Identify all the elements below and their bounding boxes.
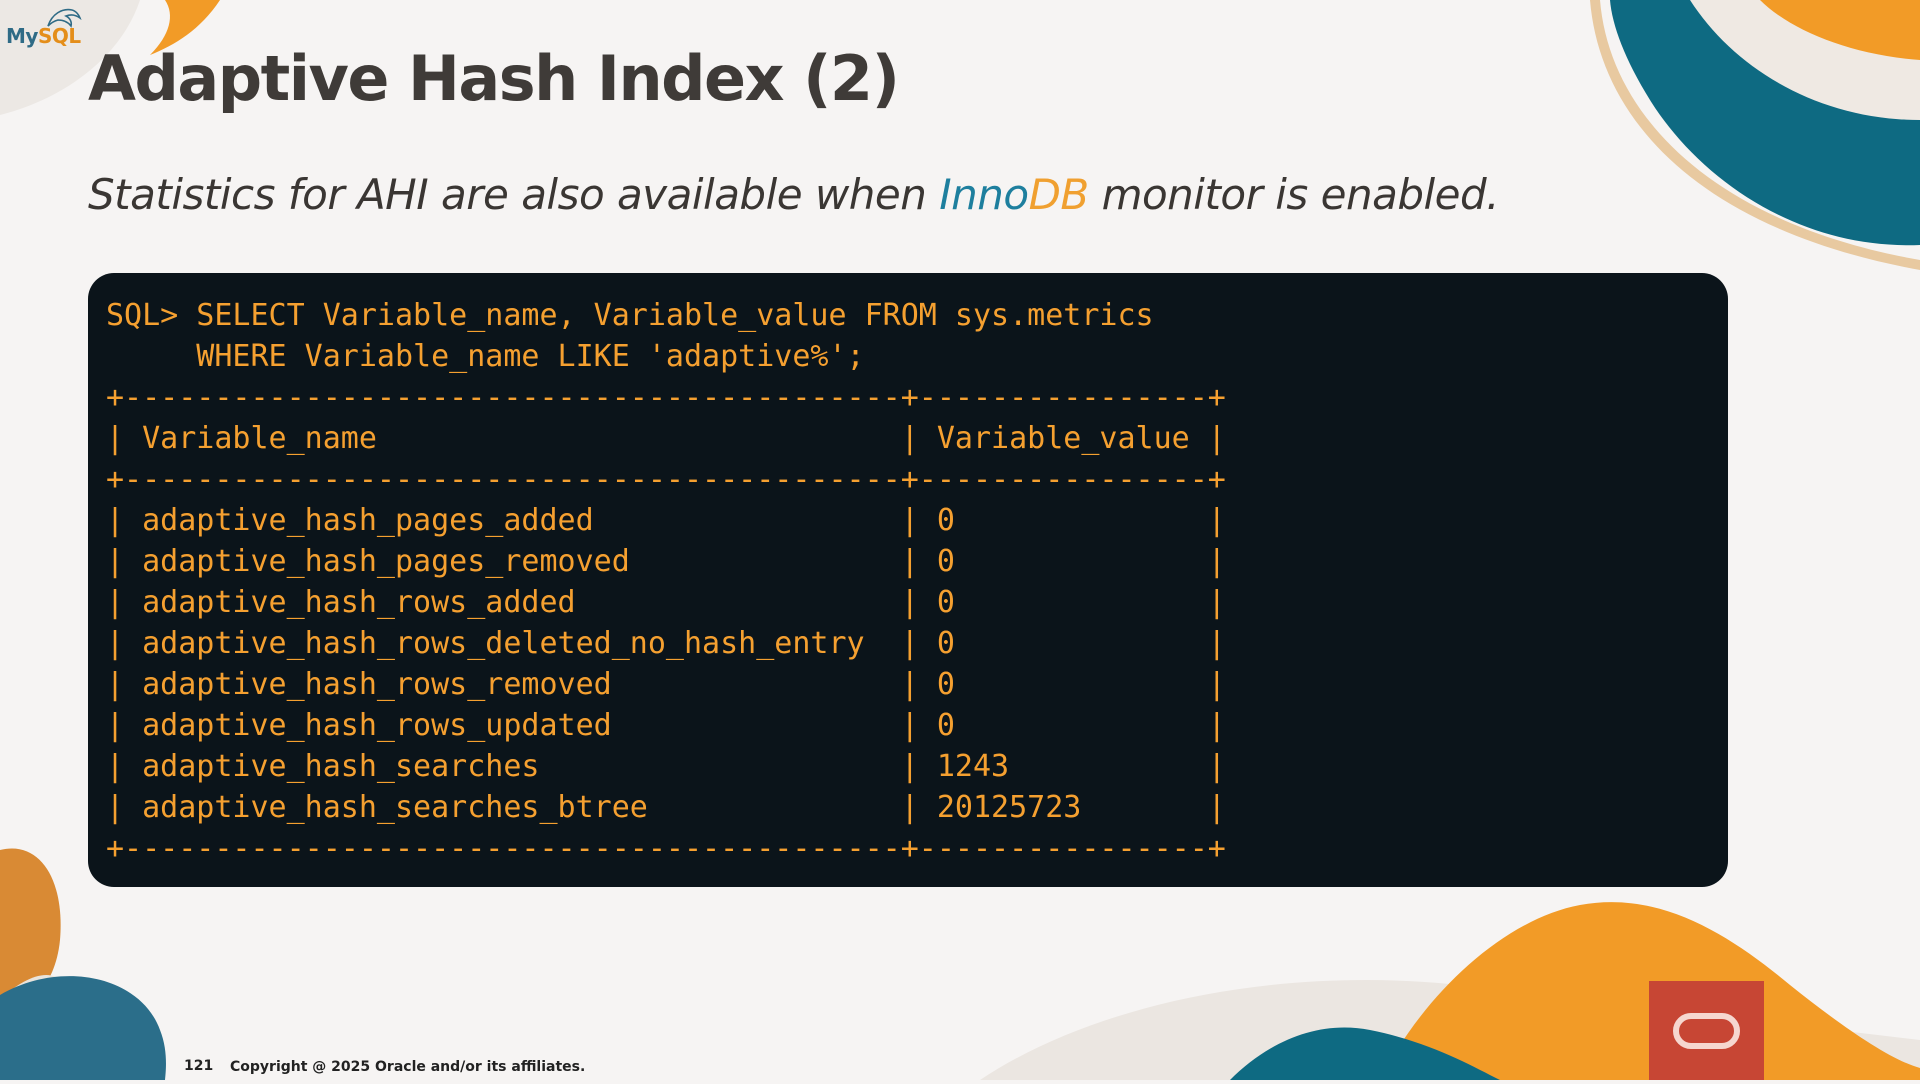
page-title: Adaptive Hash Index (2) — [88, 42, 900, 115]
mysql-logo: MySQL — [6, 8, 82, 48]
oracle-logo-icon — [1673, 1013, 1740, 1049]
page-number: 121 — [184, 1058, 214, 1074]
sql-terminal-output: SQL> SELECT Variable_name, Variable_valu… — [88, 273, 1728, 887]
oracle-logo — [1649, 981, 1764, 1080]
bottom-left-teal — [0, 976, 166, 1080]
copyright-text: Copyright @ 2025 Oracle and/or its affil… — [230, 1059, 586, 1075]
subtitle-text-before: Statistics for AHI are also available wh… — [88, 170, 940, 219]
dolphin-icon — [47, 8, 82, 28]
subtitle-text-after: monitor is enabled. — [1088, 170, 1500, 219]
logo-my: My — [6, 24, 38, 48]
subtitle-inno: Inno — [939, 170, 1029, 219]
subtitle: Statistics for AHI are also available wh… — [88, 170, 1500, 219]
subtitle-db: DB — [1028, 170, 1090, 219]
terminal-text: SQL> SELECT Variable_name, Variable_valu… — [106, 298, 1226, 866]
